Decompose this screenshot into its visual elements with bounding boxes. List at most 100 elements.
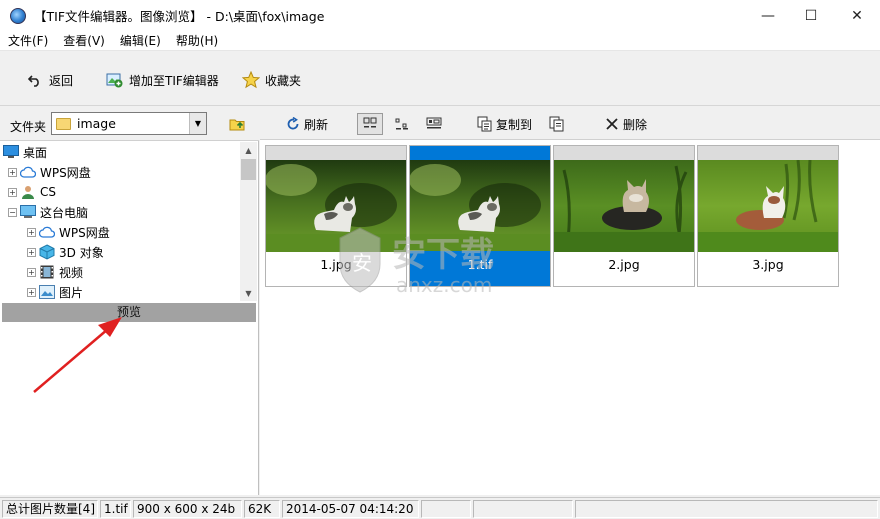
back-arrow-icon bbox=[26, 71, 44, 89]
add-to-tif-editor-label: 增加至TIF编辑器 bbox=[129, 73, 219, 88]
user-icon bbox=[20, 185, 36, 199]
tree-item-desktop[interactable]: 桌面 bbox=[3, 142, 47, 162]
thumbnail-item-selected[interactable]: 1.tif bbox=[409, 145, 551, 287]
folder-select-value: image bbox=[77, 116, 116, 131]
tree-expander[interactable]: + bbox=[27, 247, 36, 257]
thumbnail-label: 1.tif bbox=[410, 251, 550, 286]
favorites-button[interactable]: 收藏夹 bbox=[242, 69, 301, 91]
tree-expander[interactable]: + bbox=[27, 287, 36, 297]
view-large-icons-button[interactable] bbox=[357, 113, 383, 135]
view-large-icons-icon bbox=[362, 116, 378, 132]
main-toolbar: 返回 增加至TIF编辑器 收藏夹 bbox=[0, 52, 880, 106]
pictures-icon bbox=[39, 285, 55, 299]
title-bar: 【TIF文件编辑器。图像浏览】 - D:\桌面\fox\image — ☐ ✕ bbox=[0, 0, 880, 31]
thumbnail-item[interactable]: 2.jpg bbox=[553, 145, 695, 287]
thumbnail-grid: 1.jpg 1.tif 2.jpg 3.jpg bbox=[260, 141, 880, 495]
status-size: 62K bbox=[244, 500, 280, 518]
tree-scrollbar[interactable]: ▲ ▼ bbox=[240, 142, 257, 301]
move-to-button[interactable] bbox=[549, 113, 568, 135]
thumbnail-item[interactable]: 3.jpg bbox=[697, 145, 839, 287]
desktop-icon bbox=[3, 145, 19, 159]
minimize-button[interactable]: — bbox=[745, 0, 791, 31]
tree-item-this-pc[interactable]: − 这台电脑 bbox=[8, 202, 88, 222]
preview-area bbox=[0, 323, 258, 495]
tree-item-label: 桌面 bbox=[23, 145, 48, 160]
menu-view[interactable]: 查看(V) bbox=[55, 32, 112, 49]
tree-item-label: 图片 bbox=[59, 285, 84, 300]
cat-photo-image bbox=[410, 160, 550, 252]
right-panel: 刷新 复制到 删除 1.jpg 1.tif 2.jpg 3.jpg bbox=[260, 107, 880, 495]
add-to-tif-editor-button[interactable]: 增加至TIF编辑器 bbox=[106, 69, 219, 91]
left-panel: 文件夹 image ▼ 桌面 + WPS网盘 + CS − 这台电脑 + WPS… bbox=[0, 107, 259, 495]
status-file: 1.tif bbox=[100, 500, 131, 518]
scroll-up-icon[interactable]: ▲ bbox=[240, 142, 257, 158]
scroll-down-icon[interactable]: ▼ bbox=[240, 285, 257, 301]
tree-expander[interactable]: + bbox=[8, 167, 17, 177]
close-button[interactable]: ✕ bbox=[834, 0, 880, 31]
star-icon bbox=[242, 71, 260, 89]
thumbnail-label: 1.jpg bbox=[320, 257, 352, 272]
folder-up-icon[interactable] bbox=[229, 116, 247, 132]
window-title: 【TIF文件编辑器。图像浏览】 - D:\桌面\fox\image bbox=[34, 9, 325, 24]
folder-label: 文件夹 bbox=[10, 120, 47, 134]
refresh-icon bbox=[285, 116, 301, 132]
preview-header[interactable]: 预览 bbox=[2, 303, 256, 322]
menu-file[interactable]: 文件(F) bbox=[0, 32, 55, 49]
tree-item-pictures[interactable]: + 图片 bbox=[27, 282, 83, 301]
status-empty-2 bbox=[473, 500, 573, 518]
view-details-icon bbox=[426, 116, 442, 132]
view-small-icons-button[interactable] bbox=[394, 113, 410, 135]
cat-photo-image bbox=[266, 160, 406, 252]
folder-icon bbox=[56, 117, 71, 130]
tree-expander[interactable]: + bbox=[27, 267, 36, 277]
thumbnail-header bbox=[698, 146, 838, 160]
tree-item-3d-objects[interactable]: + 3D 对象 bbox=[27, 242, 104, 262]
menu-help[interactable]: 帮助(H) bbox=[168, 32, 225, 49]
tree-expander[interactable]: − bbox=[8, 207, 17, 217]
scrollbar-thumb[interactable] bbox=[241, 159, 256, 180]
copy-to-button[interactable]: 复制到 bbox=[477, 113, 532, 135]
folder-bar: 文件夹 image ▼ bbox=[0, 107, 259, 141]
favorites-label: 收藏夹 bbox=[265, 73, 302, 88]
status-date: 2014-05-07 04:14:20 bbox=[282, 500, 419, 518]
tree-item-wps-cloud[interactable]: + WPS网盘 bbox=[8, 162, 91, 182]
thumbnail-header bbox=[410, 146, 550, 160]
tree-item-videos[interactable]: + 视频 bbox=[27, 262, 83, 282]
menu-bar: 文件(F) 查看(V) 编辑(E) 帮助(H) bbox=[0, 31, 880, 51]
copy-to-label: 复制到 bbox=[496, 117, 533, 132]
refresh-button[interactable]: 刷新 bbox=[285, 113, 328, 135]
status-empty-1 bbox=[421, 500, 471, 518]
image-add-icon bbox=[106, 71, 124, 89]
delete-button[interactable]: 删除 bbox=[604, 113, 647, 135]
tree-item-label: 视频 bbox=[59, 265, 84, 280]
status-empty-3 bbox=[575, 500, 878, 518]
thumbnail-header bbox=[554, 146, 694, 160]
tree-item-label: 这台电脑 bbox=[40, 205, 89, 220]
cloud-icon bbox=[20, 165, 36, 179]
thumbnail-label: 2.jpg bbox=[608, 257, 640, 272]
view-details-button[interactable] bbox=[426, 113, 442, 135]
delete-label: 删除 bbox=[623, 117, 648, 132]
tree-item-label: 3D 对象 bbox=[59, 245, 104, 260]
browser-toolbar: 刷新 复制到 删除 bbox=[260, 107, 880, 140]
maximize-button[interactable]: ☐ bbox=[788, 0, 834, 31]
thumbnail-item[interactable]: 1.jpg bbox=[265, 145, 407, 287]
cube-icon bbox=[39, 244, 55, 260]
chevron-down-icon[interactable]: ▼ bbox=[189, 113, 206, 134]
copy-icon bbox=[477, 116, 493, 132]
status-count: 总计图片数量[4] bbox=[2, 500, 98, 518]
tree-expander[interactable]: + bbox=[8, 187, 17, 197]
tree-expander[interactable]: + bbox=[27, 227, 36, 237]
tree-item-label: CS bbox=[40, 185, 56, 199]
tree-item-wps-cloud-2[interactable]: + WPS网盘 bbox=[27, 222, 110, 242]
tree-item-cs[interactable]: + CS bbox=[8, 182, 56, 202]
back-label: 返回 bbox=[49, 73, 74, 88]
refresh-label: 刷新 bbox=[304, 117, 329, 132]
video-icon bbox=[39, 265, 55, 279]
back-button[interactable]: 返回 bbox=[26, 69, 73, 91]
folder-select[interactable]: image ▼ bbox=[51, 112, 207, 135]
folder-tree: 桌面 + WPS网盘 + CS − 这台电脑 + WPS网盘 + 3D 对象 +… bbox=[0, 142, 240, 301]
status-bar: 总计图片数量[4] 1.tif 900 x 600 x 24b 62K 2014… bbox=[0, 497, 880, 519]
cloud-icon bbox=[39, 225, 55, 239]
menu-edit[interactable]: 编辑(E) bbox=[112, 32, 168, 49]
